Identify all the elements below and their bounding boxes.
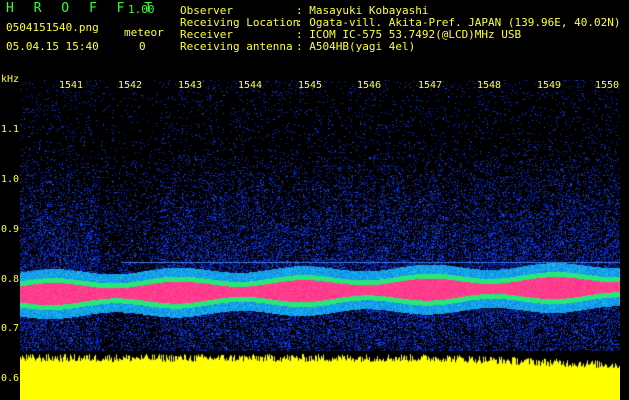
time-tick: 1550: [595, 80, 620, 91]
time-tick: 1543: [178, 80, 203, 91]
frequency-tick: 0.7: [1, 323, 20, 334]
meteor-count: 0: [139, 40, 146, 53]
app-version: 1.00: [128, 3, 155, 16]
time-tick: 1547: [418, 80, 443, 91]
frequency-tick: 1.0: [1, 174, 20, 185]
frequency-tick: 0.8: [1, 274, 20, 285]
app-title: H R O F F T 1.00: [6, 1, 159, 16]
time-tick: 1548: [477, 80, 502, 91]
spectrogram-display: [20, 80, 620, 400]
frequency-tick: 0.6: [1, 373, 20, 384]
time-tick: 1549: [537, 80, 562, 91]
time-tick: 1544: [238, 80, 263, 91]
file-name: 0504151540.png: [6, 21, 99, 34]
frequency-tick: 1.1: [1, 124, 20, 135]
time-tick: 1545: [298, 80, 323, 91]
time-tick: 1546: [357, 80, 382, 91]
info-antenna: Receiving antenna: A504HB(yagi 4el): [180, 40, 415, 53]
info-value: : A504HB(yagi 4el): [296, 40, 416, 53]
info-key: Receiving antenna: [180, 40, 293, 53]
meteor-label: meteor: [124, 26, 164, 39]
frequency-unit-label: kHz: [1, 74, 20, 85]
time-tick: 1542: [118, 80, 143, 91]
time-tick: 1541: [59, 80, 84, 91]
capture-datetime: 05.04.15 15:40: [6, 40, 99, 53]
frequency-tick: 0.9: [1, 224, 20, 235]
